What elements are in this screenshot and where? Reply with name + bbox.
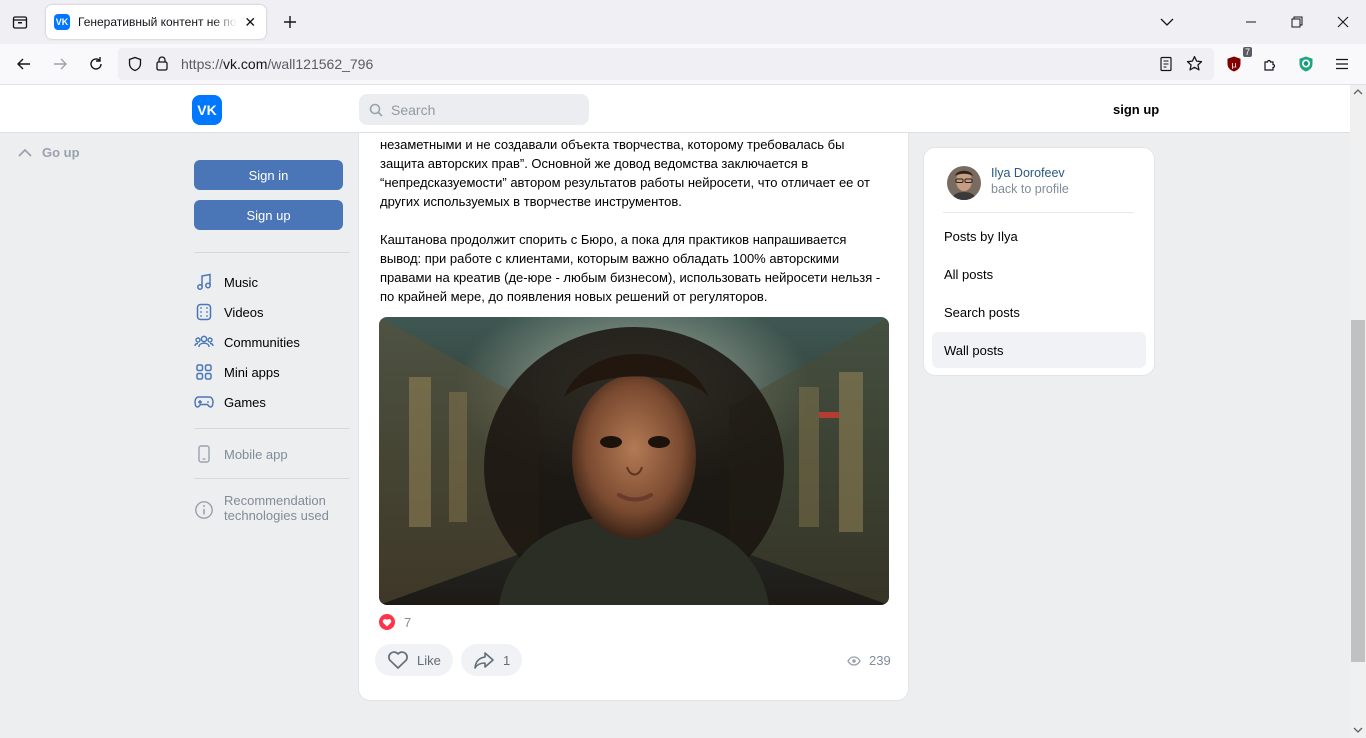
recommendation-label: Recommendation technologies used [224,493,329,523]
all-posts-item[interactable]: All posts [932,256,1146,292]
videos-icon [194,302,214,322]
scroll-up-arrow-icon[interactable] [1353,88,1363,96]
tab-title: Генеративный контент не подлежит защите [78,15,237,29]
post-paragraph-2: Каштанова продолжит спорить с Бюро, а по… [380,232,881,304]
reader-view-icon[interactable] [1158,56,1174,77]
post-image[interactable] [379,317,889,605]
mobile-app-link[interactable]: Mobile app [194,442,288,466]
eye-icon [847,655,861,666]
list-all-tabs-icon[interactable] [1155,10,1179,34]
wall-posts-item[interactable]: Wall posts [932,332,1146,368]
header-signup-link[interactable]: sign up [1113,102,1159,117]
reactions-summary[interactable]: 7 [379,614,411,630]
post-text: незаметными и не создавали объекта творч… [380,135,895,306]
reaction-count: 7 [404,614,412,630]
search-box[interactable] [359,94,589,125]
go-up-button[interactable]: Go up [18,145,80,160]
privacy-extension-icon[interactable] [1294,52,1318,76]
minimize-icon[interactable] [1239,10,1263,34]
avatar[interactable] [947,166,981,200]
posts-by-owner-item[interactable]: Posts by Ilya [932,218,1146,254]
owner-link[interactable]: Ilya Dorofeev back to profile [947,165,1069,200]
go-up-label: Go up [42,145,80,160]
vk-header: VK sign up [0,85,1350,133]
music-icon [194,272,214,292]
restore-icon[interactable] [1285,10,1309,34]
menu-item-label: Music [224,274,258,290]
vk-favicon-icon: VK [54,14,70,30]
app-menu-icon[interactable] [1330,52,1354,76]
tracking-protection-icon[interactable] [127,56,143,77]
heart-outline-icon [388,651,408,669]
search-input[interactable] [391,101,581,118]
views-counter: 239 [847,653,891,668]
close-window-icon[interactable] [1331,10,1355,34]
info-icon [194,500,214,520]
reload-icon[interactable] [84,52,108,76]
extensions-icon[interactable] [1258,52,1282,76]
vk-logo[interactable]: VK [192,95,222,125]
sign-up-button[interactable]: Sign up [194,200,343,230]
share-count: 1 [503,652,511,668]
scroll-thumb[interactable] [1351,320,1365,662]
menu-item-label: Videos [224,304,264,320]
browser-tabstrip: VK Генеративный контент не подлежит защи… [0,0,1366,44]
mobile-app-label: Mobile app [224,446,288,462]
left-divider [194,252,349,253]
ublock-icon[interactable]: μ 7 [1222,47,1252,76]
menu-item-mini-apps[interactable]: Mini apps [194,360,280,384]
page-scrollbar[interactable] [1350,85,1366,738]
address-bar[interactable]: https://vk.com/wall121562_796 [118,48,1214,80]
lock-icon[interactable] [154,55,170,76]
wall-sidebar-card: Ilya Dorofeev back to profile Posts by I… [923,147,1155,376]
menu-item-label: Games [224,394,266,410]
menu-item-music[interactable]: Music [194,270,258,294]
left-divider [194,428,349,429]
menu-item-games[interactable]: Games [194,390,266,414]
svg-text:μ: μ [1231,61,1236,70]
ublock-count: 7 [1242,47,1252,57]
search-icon [369,103,383,116]
back-icon[interactable] [12,52,36,76]
like-label: Like [417,652,441,668]
tab-close-icon[interactable]: ✕ [243,14,258,30]
scroll-down-arrow-icon[interactable] [1353,726,1363,734]
games-icon [194,392,214,412]
share-button[interactable]: 1 [461,644,523,676]
browser-navbar: https://vk.com/wall121562_796 μ 7 [0,44,1366,85]
views-count: 239 [869,653,891,668]
browser-tab-active[interactable]: VK Генеративный контент не подлежит защи… [46,5,266,39]
like-button[interactable]: Like [375,644,453,676]
mini-apps-icon [194,362,214,382]
menu-item-communities[interactable]: Communities [194,330,300,354]
share-icon [474,652,494,669]
menu-item-label: Communities [224,334,300,350]
left-divider [194,478,349,479]
menu-item-videos[interactable]: Videos [194,300,264,324]
bookmark-star-icon[interactable] [1186,55,1203,77]
back-to-profile: back to profile [991,182,1069,196]
chevron-up-icon [18,148,32,157]
card-divider [943,212,1134,213]
vk-page: VK sign up Go up Sign in Sign up Music V… [0,85,1350,738]
phone-icon [194,444,214,464]
recommendation-link[interactable]: Recommendation technologies used [194,493,329,523]
owner-name[interactable]: Ilya Dorofeev [991,165,1069,181]
communities-icon [194,332,214,352]
sign-in-button[interactable]: Sign in [194,160,343,190]
tab-list-icon[interactable] [8,10,32,34]
url-text: https://vk.com/wall121562_796 [181,56,374,72]
new-tab-icon[interactable] [279,11,301,33]
post-paragraph-1: незаметными и не создавали объекта творч… [380,137,870,209]
search-posts-item[interactable]: Search posts [932,294,1146,330]
heart-reaction-icon [379,614,395,630]
wall-post: незаметными и не создавали объекта творч… [358,105,909,701]
forward-icon[interactable] [48,52,72,76]
menu-item-label: Mini apps [224,364,280,380]
